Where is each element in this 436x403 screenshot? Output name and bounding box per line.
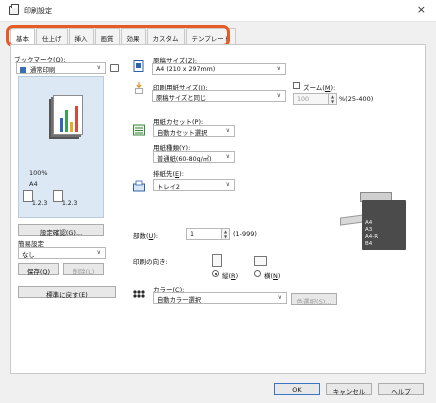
preview-paper: A4 [29,180,38,188]
portrait-icon [212,254,222,267]
chevron-down-icon: ∨ [225,153,230,160]
title-bar: 印刷設定 × [0,0,436,22]
printer-tray-label: A3 [365,227,373,233]
print-paper-size-select[interactable]: 原稿サイズと同じ ∨ [152,90,286,102]
zoom-range: %(25-400) [339,95,374,103]
chevron-down-icon: ∨ [276,92,281,99]
chevron-down-icon: ∨ [225,181,230,188]
paper-source-select[interactable]: 自動カセット選択 ∨ [153,125,235,137]
copies-range: (1-999) [233,230,257,238]
portrait-label: 縦(R) [222,272,239,280]
paper-type-select[interactable]: 普通紙(60-80g/㎡) ∨ [153,151,235,163]
printer-tray-label: A4-R [365,234,379,240]
document-preview-icon [53,95,83,135]
copy-label-2: 1.2.3 [62,200,78,207]
save-button[interactable]: 保存(Q) [18,263,59,276]
preview-zoom: 100% [29,169,48,177]
chevron-down-icon: ∨ [277,294,282,301]
printer-tray-label: A4 [365,220,373,226]
chevron-down-icon: ∨ [96,249,101,256]
output-tray-icon [133,180,145,192]
zoom-spinner[interactable]: ▲ ▼ [329,93,337,105]
printer-tray-label: B4 [365,241,373,247]
favorites-select[interactable]: 通常印刷 ∨ [16,62,106,74]
print-preview: 100% A4 1.2.3 1.2.3 [18,76,104,218]
chevron-down-icon: ∨ [225,127,230,134]
restore-defaults-button[interactable]: 標準に戻す(E) [18,286,116,299]
zoom-checkbox[interactable] [293,82,300,89]
color-select-button[interactable]: 色選択(S)... [291,293,337,306]
zoom-label: ズーム(M): [303,84,336,92]
favorites-edit-button[interactable] [110,64,119,72]
help-button[interactable]: ヘルプ [378,383,424,396]
confirm-settings-button[interactable]: 設定確認(G)... [18,224,104,237]
copies-spinner[interactable]: ▲ ▼ [222,228,230,240]
color-dots-icon [133,290,145,298]
orientation-label: 印刷の向き: [133,258,168,266]
cancel-button[interactable]: キャンセル [326,383,372,396]
copies-label: 部数(U): [133,232,159,240]
landscape-icon [254,256,267,266]
color-select[interactable]: 自動カラー選択 ∨ [153,292,287,304]
output-tray-select[interactable]: トレイ2 ∨ [153,179,235,191]
simple-settings-select[interactable]: なし ∨ [18,247,106,259]
ok-button[interactable]: OK [274,383,320,395]
paper-cassette-icon [133,124,145,136]
landscape-label: 横(N) [264,272,281,280]
portrait-radio[interactable] [212,270,219,277]
landscape-radio[interactable] [254,270,261,277]
zoom-input[interactable]: 100 [293,93,329,105]
printer-illustration: A4 A3 A4-R B4 [340,190,412,252]
delete-button[interactable]: 削除(L) [63,263,104,276]
close-icon[interactable]: × [417,4,426,16]
copy-label-1: 1.2.3 [32,200,48,207]
original-size-icon [133,60,144,72]
chevron-down-icon: ∨ [276,65,281,72]
copies-input[interactable]: 1 [186,228,222,240]
bookmark-icon [20,67,26,73]
window-title: 印刷設定 [24,7,52,15]
chevron-down-icon: ∨ [96,64,101,71]
paper-size-icon [134,82,144,94]
output-tray-label: 排紙先(E): [153,170,184,178]
original-size-select[interactable]: A4 (210 x 297mm) ∨ [152,63,286,75]
printer-icon [9,4,19,15]
